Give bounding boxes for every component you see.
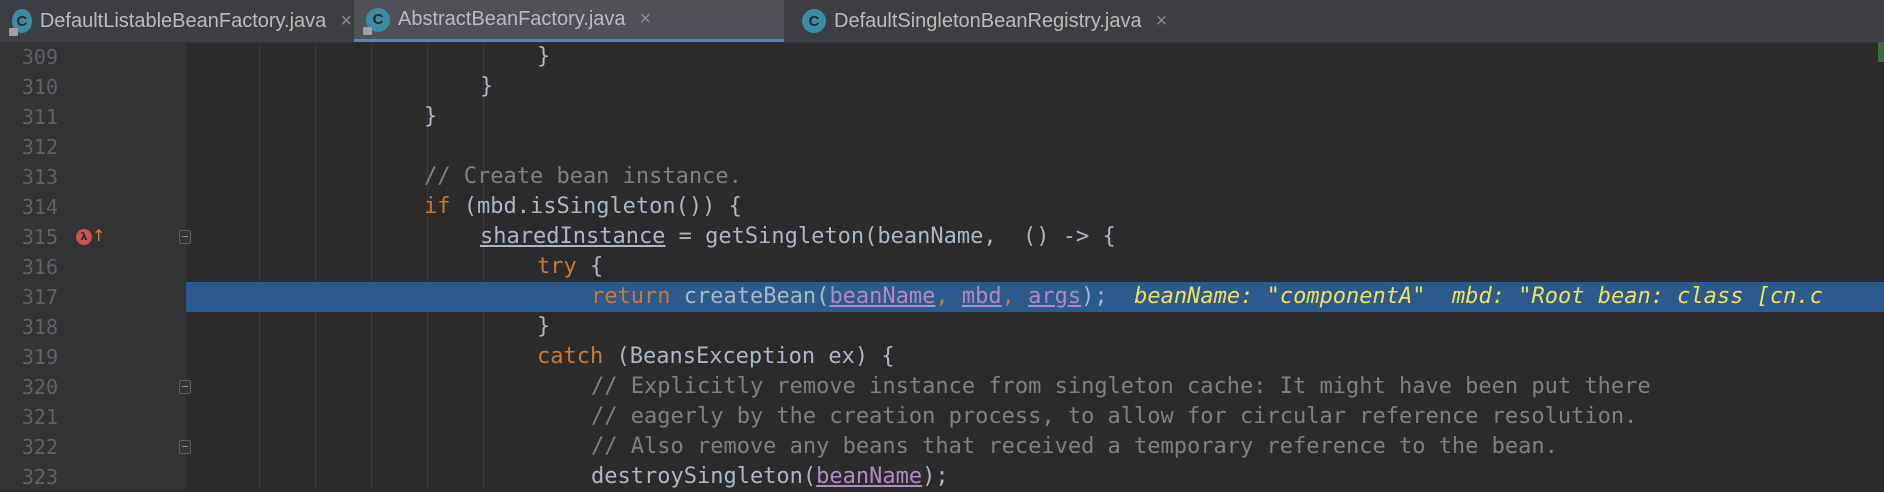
line-number: 314 bbox=[21, 195, 58, 219]
code-comment: // eagerly by the creation process, to a… bbox=[591, 404, 1638, 429]
param: mbd bbox=[961, 284, 1002, 309]
code-line: 315 λ ↑ sharedInstance = getSingleton(be… bbox=[0, 222, 1884, 252]
param: beanName bbox=[829, 284, 936, 309]
code-line: 318 } bbox=[0, 312, 1884, 342]
code-segment: (BeansException ex) { bbox=[603, 344, 895, 369]
line-number: 309 bbox=[21, 45, 58, 69]
editor-tab-bar: C DefaultListableBeanFactory.java × C Ab… bbox=[0, 0, 1884, 43]
fold-icon[interactable] bbox=[179, 380, 191, 394]
code-line: 320 // Explicitly remove instance from s… bbox=[0, 372, 1884, 402]
close-icon[interactable]: × bbox=[340, 10, 352, 33]
fold-icon[interactable] bbox=[179, 440, 191, 454]
code-line: 314 if (mbd.isSingleton()) { bbox=[0, 192, 1884, 222]
code-line: 312 bbox=[0, 132, 1884, 162]
step-arrow-icon: ↑ bbox=[92, 226, 106, 245]
tab-label: DefaultListableBeanFactory.java bbox=[39, 9, 327, 32]
java-class-icon: C bbox=[9, 9, 32, 36]
highlighted-execution-line: 317 return createBean(beanName, mbd, arg… bbox=[0, 282, 1884, 312]
code-comment: // Explicitly remove instance from singl… bbox=[591, 374, 1651, 399]
tab-label: AbstractBeanFactory.java bbox=[398, 8, 626, 30]
code-line: 313 // Create bean instance. bbox=[0, 162, 1884, 192]
line-number: 315 bbox=[21, 225, 58, 249]
line-number: 316 bbox=[21, 255, 58, 279]
line-number: 318 bbox=[21, 315, 58, 339]
code-text: catch (BeansException ex) { bbox=[537, 342, 895, 372]
keyword: try bbox=[537, 254, 577, 279]
line-number: 322 bbox=[21, 435, 58, 459]
code-line: 322 // Also remove any beans that receiv… bbox=[0, 432, 1884, 462]
code-editor[interactable]: 309 } 310 } 311 } 312 313 // Create bean… bbox=[0, 42, 1884, 490]
code-segment: , bbox=[1001, 284, 1029, 309]
code-segment: ); bbox=[922, 464, 949, 489]
code-line: 323 destroySingleton(beanName); bbox=[0, 462, 1884, 492]
line-number: 317 bbox=[21, 285, 58, 309]
code-line: 319 catch (BeansException ex) { bbox=[0, 342, 1884, 372]
keyword: catch bbox=[537, 344, 604, 369]
line-number: 323 bbox=[21, 465, 58, 489]
inline-debug-hint: beanName: "componentA" mbd: "Root bean: … bbox=[1107, 284, 1823, 309]
lock-icon bbox=[363, 26, 372, 35]
code-segment: ); bbox=[1081, 284, 1108, 309]
code-segment: = getSingleton(beanName, bbox=[665, 224, 1010, 249]
code-line: 316 try { bbox=[0, 252, 1884, 282]
fold-icon[interactable] bbox=[179, 230, 191, 244]
code-text: } bbox=[424, 104, 438, 129]
code-text: sharedInstance = getSingleton(beanName, … bbox=[480, 222, 1116, 252]
tab-label: DefaultSingletonBeanRegistry.java bbox=[834, 9, 1142, 32]
code-comment: // Also remove any beans that received a… bbox=[591, 434, 1558, 459]
code-line: 310 } bbox=[0, 72, 1884, 102]
variable: sharedInstance bbox=[480, 224, 666, 249]
line-number: 313 bbox=[21, 165, 58, 189]
line-number: 310 bbox=[21, 75, 58, 99]
keyword: return bbox=[591, 284, 671, 309]
lock-icon bbox=[9, 28, 18, 36]
java-class-icon: C bbox=[363, 7, 390, 35]
param: args bbox=[1028, 284, 1082, 309]
tab-abstractbeanfactory[interactable]: C AbstractBeanFactory.java × bbox=[354, 0, 784, 42]
line-number: 312 bbox=[21, 135, 58, 159]
code-segment: createBean( bbox=[670, 284, 830, 309]
code-text: return createBean(beanName, mbd, args); … bbox=[591, 282, 1823, 312]
close-icon[interactable]: × bbox=[1156, 10, 1168, 33]
tab-defaultsingletonbeanregistry[interactable]: C DefaultSingletonBeanRegistry.java × bbox=[790, 0, 1240, 42]
code-comment: // Create bean instance. bbox=[424, 164, 742, 189]
code-segment: destroySingleton( bbox=[591, 464, 817, 489]
code-text: } bbox=[537, 44, 551, 69]
code-line: 309 } bbox=[0, 42, 1884, 72]
code-segment: () -> { bbox=[1009, 224, 1116, 249]
lambda-breakpoint-icon[interactable]: λ bbox=[76, 229, 92, 245]
code-text: if (mbd.isSingleton()) { bbox=[424, 192, 742, 222]
code-text: destroySingleton(beanName); bbox=[591, 462, 949, 492]
param: beanName bbox=[816, 464, 923, 489]
code-segment: { bbox=[576, 254, 604, 279]
line-number: 320 bbox=[21, 375, 58, 399]
line-number: 319 bbox=[21, 345, 58, 369]
keyword: if bbox=[424, 194, 451, 219]
line-number: 321 bbox=[21, 405, 58, 429]
change-marker bbox=[1878, 42, 1884, 62]
code-text: try { bbox=[537, 252, 603, 282]
line-number: 311 bbox=[21, 105, 58, 129]
java-class-icon: C bbox=[802, 9, 826, 33]
code-text: } bbox=[480, 74, 494, 99]
code-segment: , bbox=[935, 284, 962, 309]
tab-defaultlistablebeanfactory[interactable]: C DefaultListableBeanFactory.java × bbox=[0, 0, 352, 42]
code-line: 311 } bbox=[0, 102, 1884, 132]
code-line: 321 // eagerly by the creation process, … bbox=[0, 402, 1884, 432]
code-segment: (mbd.isSingleton()) { bbox=[450, 194, 742, 219]
close-icon[interactable]: × bbox=[640, 8, 652, 31]
code-text: } bbox=[537, 314, 551, 339]
